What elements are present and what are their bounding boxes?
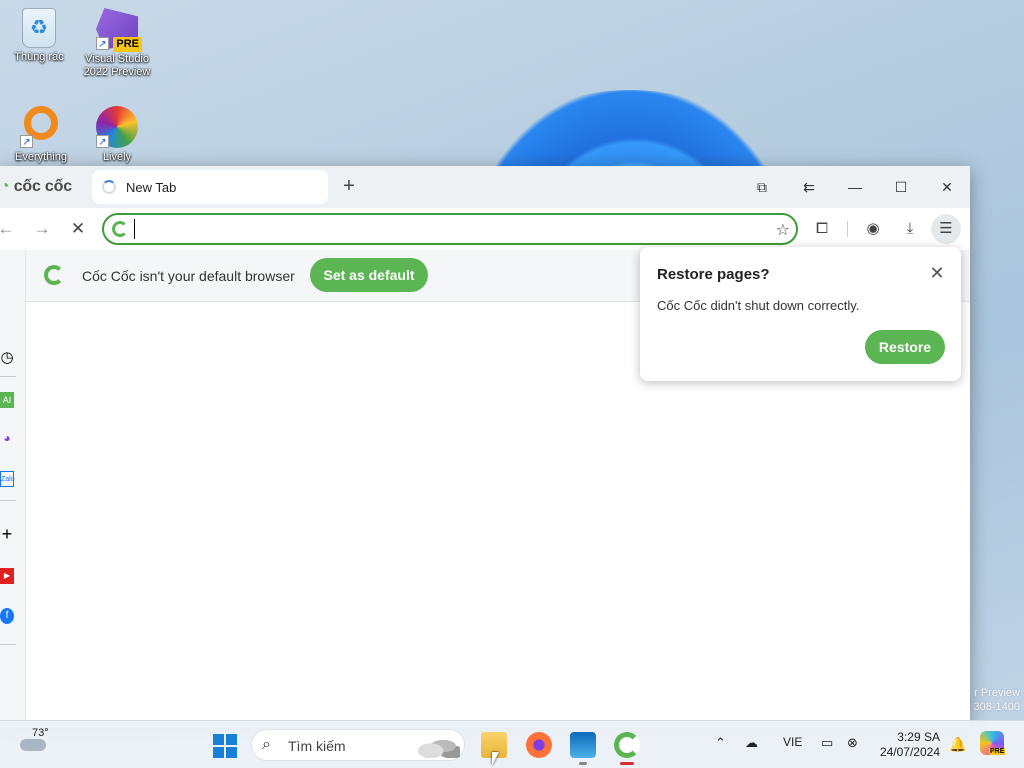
desktop-icon-recycle-bin[interactable]: ♻ Thùng rác: [2, 8, 76, 64]
firefox-icon[interactable]: [526, 732, 552, 758]
back-arrow-icon[interactable]: ←: [0, 217, 18, 241]
start-button[interactable]: [213, 734, 237, 758]
coccoc-taskbar-icon[interactable]: [614, 732, 640, 758]
search-highlight-image: [418, 734, 460, 758]
desktop-icon-lively[interactable]: ↗ Lively: [80, 106, 154, 164]
coccoc-logo: ◔ cốc cốc: [0, 178, 72, 195]
extensions-icon[interactable]: ⧠: [810, 217, 834, 241]
desktop-icon-label: Thùng rác: [14, 51, 64, 63]
search-placeholder: Tìm kiếm: [288, 738, 346, 754]
bookmark-star-icon[interactable]: ☆: [776, 220, 790, 240]
popup-message: Cốc Cốc didn't shut down correctly.: [657, 298, 860, 313]
active-indicator: [620, 762, 634, 765]
history-icon[interactable]: ◷: [0, 350, 14, 366]
volume-muted-icon[interactable]: ⊗: [847, 735, 858, 751]
close-icon[interactable]: ✕: [927, 263, 947, 283]
clock-time: 3:29 SA: [897, 730, 940, 744]
copilot-pre-badge: PRE: [989, 748, 1006, 755]
screen-search-icon[interactable]: ⧉: [750, 175, 774, 199]
shortcut-arrow-icon: ↗: [20, 135, 33, 148]
desktop-icon-visual-studio[interactable]: PRE ↗ Visual Studio 2022 Preview: [80, 8, 154, 79]
sidebar-divider: [0, 644, 16, 645]
pre-badge: PRE: [113, 37, 142, 52]
clock[interactable]: 3:29 SA 24/07/2024: [876, 730, 940, 760]
facebook-icon[interactable]: f: [0, 608, 14, 624]
desktop-watermark: r Preview 308-1400: [973, 687, 1021, 713]
clock-date: 24/07/2024: [879, 745, 940, 759]
monitor-app-icon[interactable]: [570, 732, 596, 758]
minimize-button[interactable]: —: [843, 175, 867, 199]
infobar-message: Cốc Cốc isn't your default browser: [82, 268, 295, 284]
sidebar: ◷ AI ◕ Zalo + ▶ f: [0, 250, 26, 728]
everything-icon: ↗: [20, 106, 62, 148]
ai-chat-icon[interactable]: AI: [0, 392, 14, 408]
sidebar-divider: [0, 500, 16, 501]
popup-title: Restore pages?: [657, 266, 770, 283]
taskbar: 73° ⌕ Tìm kiếm ⌃ ☁ VIE ▭ ⊗ 3:29 SA 24/07…: [0, 720, 1024, 768]
weather-temp[interactable]: 73°: [32, 727, 49, 739]
new-tab-button[interactable]: +: [338, 175, 360, 197]
chevron-up-icon[interactable]: ⌃: [715, 735, 726, 751]
visual-studio-icon: PRE ↗: [96, 8, 142, 52]
youtube-icon[interactable]: ▶: [0, 568, 14, 584]
notification-bell-icon[interactable]: 🔔: [949, 736, 966, 753]
menu-icon[interactable]: ☰: [931, 214, 961, 244]
toolbar: ← → ✕ ☆ ⧠ ◉ ⤓ ☰: [0, 208, 970, 250]
tab-title: New Tab: [126, 179, 177, 195]
stop-loading-icon[interactable]: ✕: [66, 217, 90, 241]
coccoc-site-icon: [112, 221, 128, 237]
recycle-bin-icon: ♻: [22, 8, 56, 48]
add-app-icon[interactable]: +: [0, 525, 14, 543]
forward-arrow-icon[interactable]: →: [30, 217, 54, 241]
running-indicator: [579, 762, 587, 765]
shortcut-arrow-icon: ↗: [96, 135, 109, 148]
zalo-icon[interactable]: Zalo: [0, 471, 15, 487]
address-input[interactable]: [134, 219, 764, 239]
shortcut-arrow-icon: ↗: [96, 37, 109, 50]
coccoc-info-icon: [44, 265, 64, 285]
desktop-icon-label: Lively: [102, 151, 132, 163]
tab-search-icon[interactable]: ⇇: [797, 175, 821, 199]
sidebar-divider: [0, 376, 16, 377]
weather-cloud-icon[interactable]: [20, 739, 46, 751]
loading-spinner-icon: [102, 180, 116, 194]
desktop-icon-label: Everything: [15, 151, 67, 163]
mouse-cursor-icon: [492, 752, 499, 766]
desktop-icon-label: Visual Studio 2022 Preview: [83, 53, 151, 78]
set-as-default-button[interactable]: Set as default: [310, 258, 428, 292]
tab-new-tab[interactable]: New Tab: [92, 170, 328, 204]
messenger-icon[interactable]: ◕: [0, 430, 14, 446]
taskbar-search[interactable]: ⌕ Tìm kiếm: [251, 729, 465, 761]
restore-button[interactable]: Restore: [865, 330, 945, 364]
lively-icon: ↗: [96, 106, 138, 148]
search-icon: ⌕: [262, 736, 271, 753]
maximize-button[interactable]: ☐: [889, 175, 913, 199]
title-bar: ◔ cốc cốc New Tab + ⧉ ⇇ — ☐ ✕: [0, 166, 970, 208]
onedrive-offline-icon[interactable]: ☁: [745, 735, 758, 751]
profile-icon[interactable]: ◉: [861, 217, 885, 241]
download-icon[interactable]: ⤓: [898, 217, 922, 241]
restore-pages-popup: Restore pages? ✕ Cốc Cốc didn't shut dow…: [640, 247, 961, 381]
language-indicator[interactable]: VIE: [783, 735, 802, 749]
desktop-icon-everything[interactable]: ↗ Everything: [4, 106, 78, 164]
network-icon[interactable]: ▭: [821, 735, 833, 751]
toolbar-divider: [847, 221, 848, 237]
close-button[interactable]: ✕: [935, 175, 959, 199]
address-bar[interactable]: ☆: [102, 213, 798, 245]
